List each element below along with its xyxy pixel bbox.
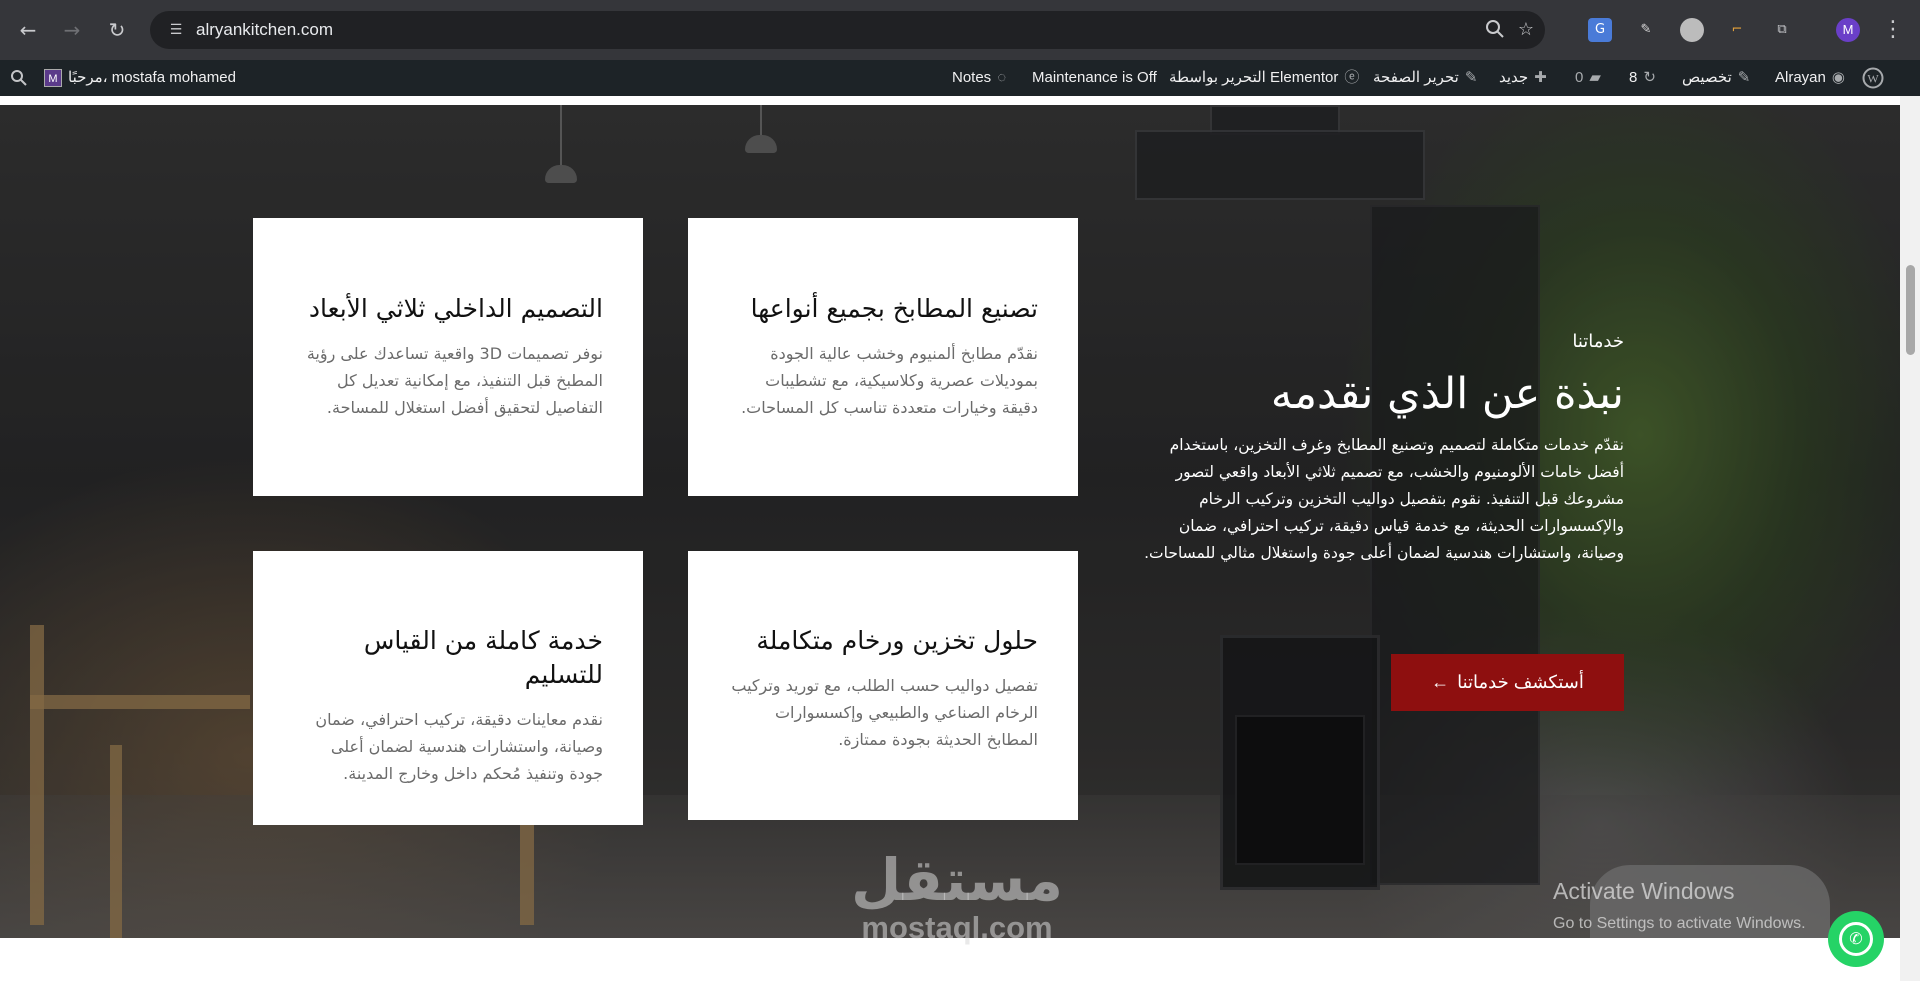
url-text[interactable]: alryankitchen.com — [196, 20, 333, 40]
comment-bubble-icon: ▰ — [1589, 69, 1601, 86]
section-heading: نبذة عن الذي نقدمه — [1270, 369, 1624, 419]
site-info-icon[interactable]: ☰ — [166, 20, 186, 40]
notes-label: Notes — [952, 69, 992, 86]
elementor-icon: ⓔ — [1344, 69, 1360, 86]
edit-page-label: تحرير الصفحة — [1373, 69, 1459, 86]
customize-link[interactable]: تخصيص ✎ — [1682, 60, 1750, 96]
explore-services-button[interactable]: أستكشف خدماتنا ← — [1391, 654, 1624, 711]
whatsapp-icon: ✆ — [1839, 922, 1873, 956]
updates-icon: ↻ — [1643, 69, 1656, 86]
mostaql-watermark-arabic: مستقل — [850, 846, 1064, 914]
user-account-link[interactable]: M مرحبًا، mostafa mohamed — [44, 60, 236, 96]
back-button[interactable]: ← — [14, 16, 42, 44]
windows-activation-title: Activate Windows — [1553, 878, 1735, 904]
scrollbar-thumb[interactable] — [1906, 265, 1915, 355]
admin-search-icon[interactable] — [10, 60, 28, 96]
explore-services-label: أستكشف خدماتنا — [1457, 672, 1584, 692]
zoom-icon[interactable] — [1484, 19, 1506, 41]
maintenance-label: Maintenance is Off — [1032, 69, 1157, 86]
reload-button[interactable]: ↻ — [103, 16, 131, 44]
comments-count: 0 — [1575, 69, 1584, 86]
eyedropper-extension-icon[interactable]: ✎ — [1634, 18, 1658, 42]
extensions-puzzle-icon[interactable]: ⧉ — [1770, 18, 1794, 42]
service-card: حلول تخزين ورخام متكاملة تفصيل دواليب حس… — [688, 551, 1078, 820]
service-card-title: خدمة كاملة من القياس للتسليم — [363, 626, 603, 689]
service-card-title: التصميم الداخلي ثلاثي الأبعاد — [308, 294, 603, 323]
service-card: التصميم الداخلي ثلاثي الأبعاد نوفر تصميم… — [253, 218, 643, 496]
mostaql-watermark-latin: mostaql.com — [861, 910, 1053, 945]
translate-extension-icon[interactable]: G — [1588, 18, 1612, 42]
wordpress-logo-icon[interactable]: W — [1862, 60, 1884, 96]
windows-activation-subtitle: Go to Settings to activate Windows. — [1553, 915, 1806, 932]
edit-page-link[interactable]: تحرير الصفحة ✎ — [1373, 60, 1477, 96]
service-card-text: نقدم معاينات دقيقة، تركيب احترافي، ضمان … — [315, 710, 603, 783]
services-intro: خدماتنا نبذة عن الذي نقدمه نقدّم خدمات م… — [1130, 330, 1624, 567]
site-name-label: Alrayan — [1775, 69, 1826, 86]
forward-button[interactable]: → — [58, 16, 86, 44]
svg-text:W: W — [1867, 72, 1879, 86]
browser-menu-icon[interactable]: ⋮ — [1882, 16, 1904, 44]
user-avatar: M — [44, 69, 62, 87]
service-card-text: تفصيل دواليب حسب الطلب، مع توريد وتركيب … — [731, 676, 1038, 749]
mostaql-watermark: مستقل mostaql.com — [832, 848, 1082, 944]
profile-avatar[interactable]: M — [1836, 18, 1860, 42]
site-name-link[interactable]: Alrayan ◉ — [1775, 60, 1845, 96]
new-label: جديد — [1499, 69, 1529, 86]
customize-label: تخصيص — [1682, 69, 1732, 86]
arrow-left-icon: ← — [1431, 672, 1450, 692]
ruler-extension-icon[interactable]: ⌐ — [1725, 18, 1749, 42]
updates-count: 8 — [1629, 69, 1638, 86]
notes-link[interactable]: Notes ◌ — [952, 60, 1006, 96]
dashboard-icon: ◉ — [1831, 69, 1845, 86]
section-kicker: خدماتنا — [1572, 331, 1624, 352]
service-card: تصنيع المطابخ بجميع أنواعها نقدّم مطابخ … — [688, 218, 1078, 496]
bookmark-star-icon[interactable]: ☆ — [1515, 19, 1537, 41]
new-content-link[interactable]: جديد ✚ — [1499, 60, 1547, 96]
service-card-title: تصنيع المطابخ بجميع أنواعها — [750, 294, 1038, 323]
service-card-title: حلول تخزين ورخام متكاملة — [756, 626, 1038, 655]
service-card-text: نوفر تصميمات 3D واقعية تساعدك على رؤية ا… — [306, 344, 603, 417]
comments-link[interactable]: 0 ▰ — [1575, 60, 1601, 96]
browser-toolbar: ← → ↻ ☰ alryankitchen.com ☆ G ✎ ⌐ ⧉ M ⋮ — [0, 0, 1920, 60]
brush-icon: ✎ — [1737, 69, 1751, 86]
address-bar[interactable]: ☰ alryankitchen.com ☆ — [150, 11, 1545, 49]
windows-activation-watermark: Activate Windows Go to Settings to activ… — [1553, 877, 1806, 935]
whatsapp-chat-button[interactable]: ✆ — [1828, 911, 1884, 967]
notes-chat-icon: ◌ — [997, 69, 1007, 86]
pencil-icon: ✎ — [1464, 69, 1478, 86]
page-scrollbar[interactable] — [1900, 96, 1920, 981]
wp-admin-bar: W Alrayan ◉ تخصيص ✎ 8 ↻ 0 ▰ جديد ✚ تحرير… — [0, 60, 1920, 96]
elementor-edit-label: التحرير بواسطة Elementor — [1169, 69, 1339, 86]
maintenance-status-link[interactable]: Maintenance is Off — [1032, 60, 1157, 96]
plus-icon: ✚ — [1534, 69, 1547, 86]
updates-link[interactable]: 8 ↻ — [1629, 60, 1656, 96]
service-card-text: نقدّم مطابخ ألمنيوم وخشب عالية الجودة بم… — [741, 344, 1038, 417]
page-top-strip — [0, 96, 1900, 105]
extension-avatar-icon[interactable] — [1680, 18, 1704, 42]
service-card: خدمة كاملة من القياس للتسليم نقدم معاينا… — [253, 551, 643, 825]
elementor-edit-link[interactable]: التحرير بواسطة Elementor ⓔ — [1169, 60, 1359, 96]
greeting-label: مرحبًا، mostafa mohamed — [68, 69, 236, 86]
section-description: نقدّم خدمات متكاملة لتصميم وتصنيع المطاب… — [1144, 436, 1624, 562]
